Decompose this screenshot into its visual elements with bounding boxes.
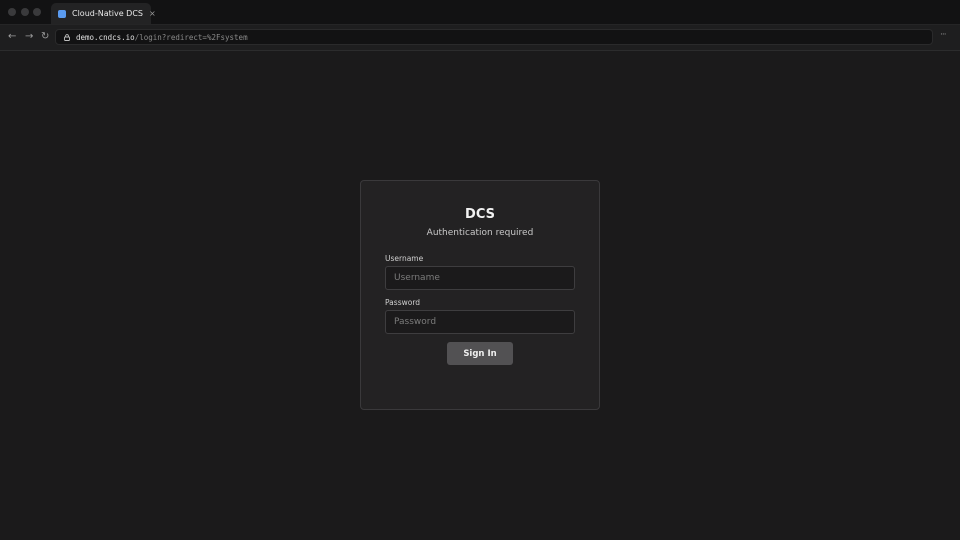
browser-toolbar: ← → ↻ demo.cndcs.io/login?redirect=%2Fsy… <box>0 25 960 51</box>
window-maximize-dot[interactable] <box>33 8 41 16</box>
browser-tab[interactable]: Cloud-Native DCS × <box>51 3 156 24</box>
password-label: Password <box>385 298 421 307</box>
back-icon[interactable]: ← <box>8 31 16 43</box>
tab-title: Cloud-Native DCS <box>72 9 144 18</box>
window-minimize-dot[interactable] <box>21 8 29 16</box>
favicon-icon <box>58 9 66 18</box>
username-input[interactable] <box>385 266 575 290</box>
more-menu-icon[interactable]: ··· <box>940 30 947 40</box>
url-text: demo.cndcs.io/login?redirect=%2Fsystem <box>76 33 248 42</box>
login-title: DCS <box>465 207 495 222</box>
username-label: Username <box>385 254 424 263</box>
reload-icon[interactable]: ↻ <box>41 31 49 43</box>
sign-in-button[interactable]: Sign In <box>447 342 513 365</box>
window-close-dot[interactable] <box>8 8 16 16</box>
address-bar[interactable]: demo.cndcs.io/login?redirect=%2Fsystem <box>55 29 933 45</box>
tab-close-icon[interactable]: × <box>149 9 156 18</box>
lock-icon <box>64 33 70 41</box>
login-subtitle: Authentication required <box>426 228 534 238</box>
browser-titlebar: Cloud-Native DCS × <box>0 0 960 25</box>
url-host: demo.cndcs.io <box>76 32 135 42</box>
login-card: DCS Authentication required Username Pas… <box>360 180 600 410</box>
password-input[interactable] <box>385 310 575 334</box>
url-path: /login?redirect=%2Fsystem <box>134 32 248 42</box>
forward-icon[interactable]: → <box>25 31 33 43</box>
